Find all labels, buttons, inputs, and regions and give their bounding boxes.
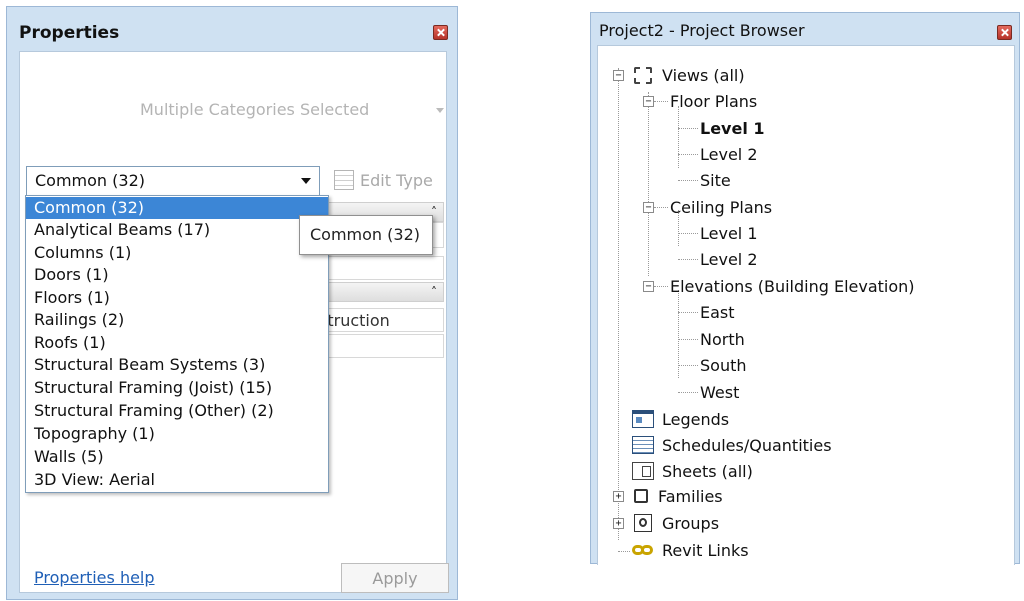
tree-line xyxy=(678,312,698,313)
tree-item-ceiling-plans[interactable]: Ceiling Plans xyxy=(670,195,772,219)
expand-toggle[interactable]: + xyxy=(613,518,624,529)
tree-line xyxy=(654,207,668,208)
link-icon xyxy=(632,545,654,557)
dropdown-item[interactable]: Topography (1) xyxy=(26,423,328,445)
tree-item-site[interactable]: Site xyxy=(700,168,731,192)
edit-type-icon xyxy=(334,170,354,190)
tree-item-elevations[interactable]: Elevations (Building Elevation) xyxy=(670,274,915,298)
close-icon[interactable] xyxy=(997,25,1012,40)
property-row[interactable] xyxy=(320,334,444,358)
tree-item-label: Revit Links xyxy=(662,540,749,560)
dropdown-item[interactable]: Floors (1) xyxy=(26,287,328,309)
type-selector[interactable]: Multiple Categories Selected xyxy=(140,100,369,119)
tree-item-label: Families xyxy=(658,486,723,506)
tree-item-label: Groups xyxy=(662,513,720,533)
tree-item-label: Schedules/Quantities xyxy=(662,435,832,455)
sheet-icon xyxy=(632,462,654,480)
property-row[interactable] xyxy=(320,256,444,280)
tree-item-views[interactable]: Views (all) xyxy=(632,63,745,87)
tooltip: Common (32) xyxy=(299,215,433,255)
category-dropdown-list: Common (32) Analytical Beams (17) Column… xyxy=(25,195,329,493)
tree-line xyxy=(678,365,698,366)
tree-line xyxy=(678,339,698,340)
dropdown-item[interactable]: Common (32) xyxy=(26,197,328,219)
collapse-toggle[interactable]: − xyxy=(643,202,654,213)
tree-item-ceiling-level-2[interactable]: Level 2 xyxy=(700,247,758,271)
tree-line xyxy=(678,106,679,168)
chevron-down-icon[interactable] xyxy=(301,178,311,184)
tree-item-floor-plans[interactable]: Floor Plans xyxy=(670,89,757,113)
property-value: struction xyxy=(319,311,390,330)
tree-item-legends[interactable]: Legends xyxy=(632,407,729,431)
tree-item-level-1-active[interactable]: Level 1 xyxy=(700,116,765,140)
dropdown-item[interactable]: Structural Framing (Joist) (15) xyxy=(26,377,328,399)
dropdown-item[interactable]: Columns (1) xyxy=(26,242,328,264)
tree-item-label: Legends xyxy=(662,409,730,429)
apply-button[interactable]: Apply xyxy=(341,563,449,593)
tree-item-revit-links[interactable]: Revit Links xyxy=(632,538,749,562)
tree-item-sheets[interactable]: Sheets (all) xyxy=(632,459,753,483)
dropdown-item[interactable]: Structural Beam Systems (3) xyxy=(26,354,328,376)
dropdown-item[interactable]: Roofs (1) xyxy=(26,332,328,354)
tree-item-label: Sheets (all) xyxy=(662,461,753,481)
dropdown-item[interactable]: 3D View: Aerial xyxy=(26,469,328,491)
tree-line xyxy=(648,92,649,276)
category-filter-value: Common (32) xyxy=(35,171,145,190)
properties-title: Properties xyxy=(19,23,120,43)
tree-item-groups[interactable]: Groups xyxy=(632,511,719,535)
properties-palette: Properties Multiple Categories Selected … xyxy=(6,6,458,600)
tree-item-north[interactable]: North xyxy=(700,327,745,351)
dropdown-item[interactable]: Analytical Beams (17) xyxy=(26,219,328,241)
collapse-toggle[interactable]: − xyxy=(643,96,654,107)
collapse-icon[interactable]: ˄ xyxy=(431,284,437,300)
tree-item-families[interactable]: Families xyxy=(632,484,723,508)
close-icon[interactable] xyxy=(433,25,448,40)
group-header[interactable]: ˄ xyxy=(320,282,444,302)
tree-line xyxy=(618,551,630,552)
tree-line xyxy=(654,101,668,102)
properties-help-link[interactable]: Properties help xyxy=(34,568,155,587)
tree-item-west[interactable]: West xyxy=(700,380,739,404)
edit-type-label: Edit Type xyxy=(360,170,433,190)
tree-item-south[interactable]: South xyxy=(700,353,747,377)
browser-tree: − Views (all) − Floor Plans Level 1 Leve… xyxy=(597,45,1015,565)
tree-line xyxy=(678,259,698,260)
expand-toggle[interactable]: + xyxy=(613,491,624,502)
tree-line xyxy=(678,392,698,393)
project-browser: Project2 - Project Browser − Views (all)… xyxy=(590,12,1020,565)
tree-item-east[interactable]: East xyxy=(700,300,735,324)
property-row[interactable]: struction xyxy=(319,308,444,332)
schedule-icon xyxy=(632,436,654,454)
tree-line xyxy=(678,180,698,181)
collapse-toggle[interactable]: − xyxy=(643,281,654,292)
tree-line xyxy=(678,154,698,155)
families-icon xyxy=(634,489,648,503)
tree-item-label: Views (all) xyxy=(662,65,745,85)
category-filter-dropdown[interactable]: Common (32) xyxy=(26,166,320,196)
dropdown-item[interactable]: Doors (1) xyxy=(26,264,328,286)
edit-type-button[interactable]: Edit Type xyxy=(334,170,433,190)
dropdown-item[interactable]: Walls (5) xyxy=(26,446,328,468)
tree-item-ceiling-level-1[interactable]: Level 1 xyxy=(700,221,758,245)
tree-line xyxy=(654,286,668,287)
browser-title: Project2 - Project Browser xyxy=(599,21,805,40)
collapse-toggle[interactable]: − xyxy=(613,70,624,81)
groups-icon xyxy=(634,514,652,532)
tree-item-level-2[interactable]: Level 2 xyxy=(700,142,758,166)
views-icon xyxy=(634,66,652,84)
dropdown-item[interactable]: Railings (2) xyxy=(26,309,328,331)
tree-line xyxy=(618,68,619,540)
legend-icon xyxy=(632,410,654,428)
tree-line xyxy=(678,128,698,129)
tree-item-schedules[interactable]: Schedules/Quantities xyxy=(632,433,832,457)
dropdown-item[interactable]: Structural Framing (Other) (2) xyxy=(26,400,328,422)
chevron-down-icon[interactable] xyxy=(436,108,444,113)
tree-line xyxy=(678,233,698,234)
